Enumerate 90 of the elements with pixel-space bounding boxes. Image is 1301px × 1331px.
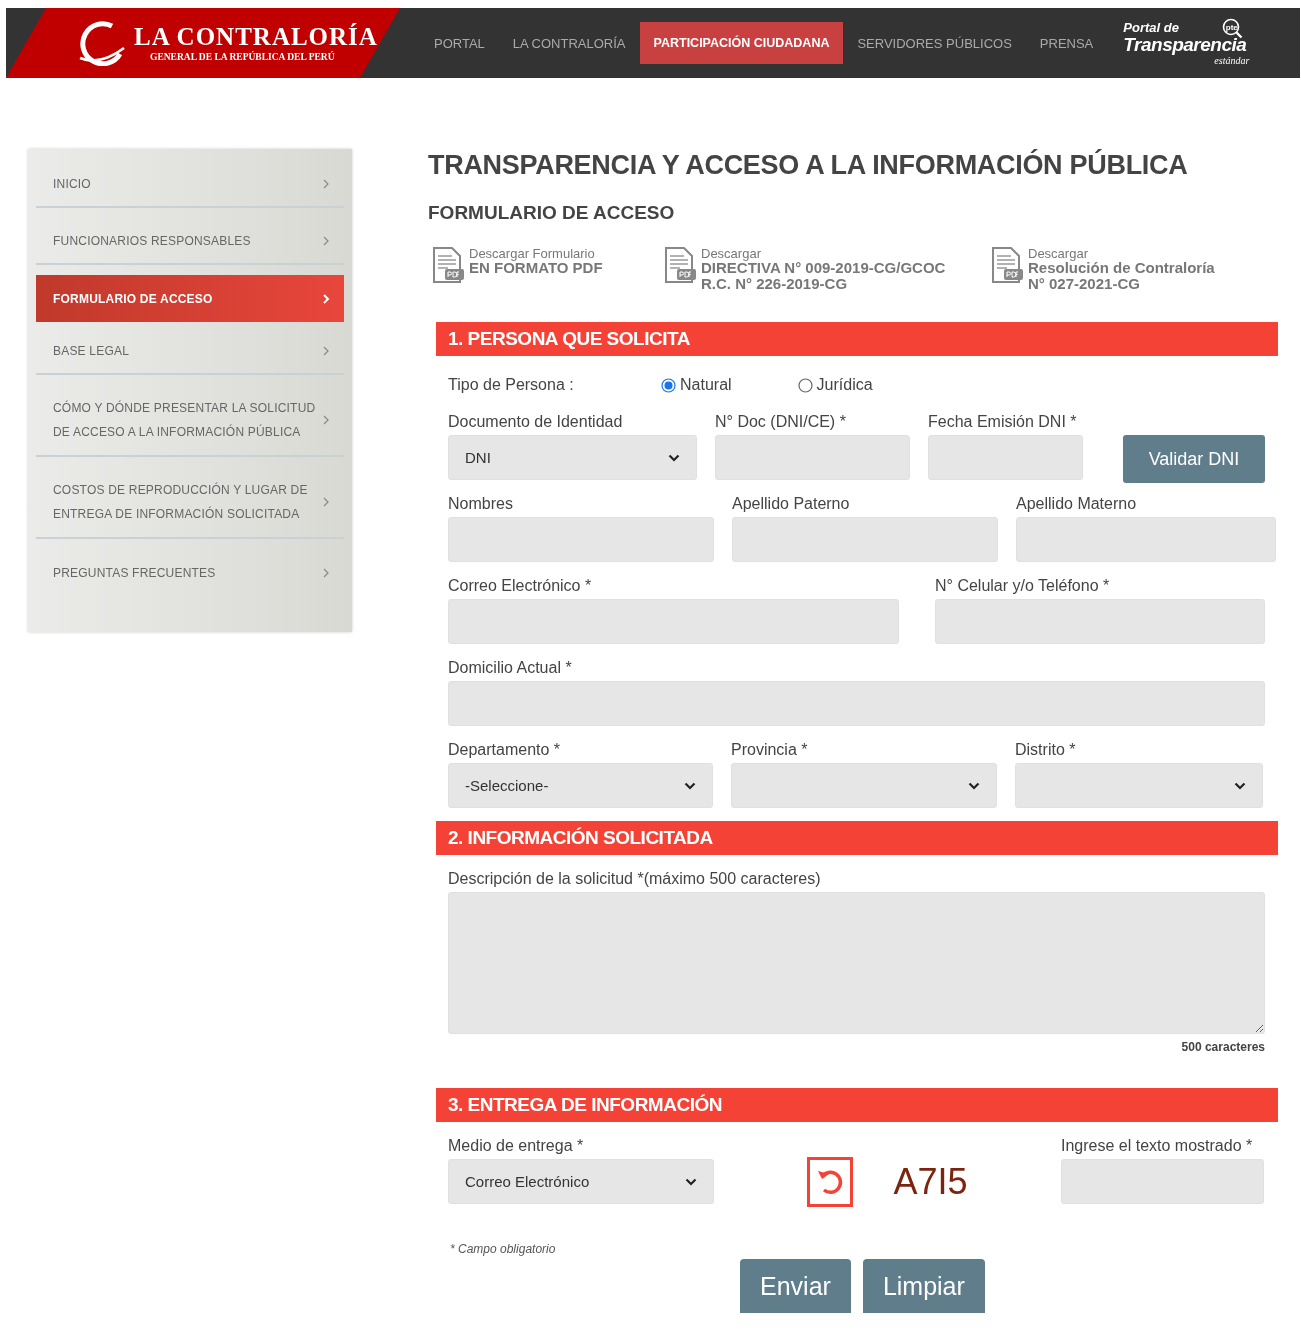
chevron-icon bbox=[322, 345, 330, 356]
badge-text: pte bbox=[1225, 22, 1238, 32]
select-field[interactable]: DNI bbox=[448, 435, 697, 480]
character-counter: 500 caracteres bbox=[1180, 1040, 1265, 1054]
page-title: TRANSPARENCIA Y ACCESO A LA INFORMACIÓN PÚBLICA bbox=[428, 149, 1189, 181]
radio-button[interactable] bbox=[797, 377, 813, 393]
logo-title: LA CONTRALORÍA bbox=[134, 23, 378, 51]
portal-label: Portal de bbox=[1123, 20, 1179, 35]
input-field[interactable] bbox=[928, 435, 1083, 480]
pdf-file-icon bbox=[432, 247, 464, 283]
nav-link[interactable]: PARTICIPACIÓN CIUDADANA bbox=[639, 22, 844, 64]
pdf-file-icon bbox=[664, 247, 696, 283]
nav-link[interactable]: PRENSA bbox=[1025, 22, 1108, 64]
nav-link[interactable]: LA CONTRALORÍA bbox=[498, 22, 640, 64]
caret-icon bbox=[968, 781, 980, 790]
standard-label: estándar bbox=[1214, 54, 1250, 66]
field-label: Fecha Emisión DNI * bbox=[928, 412, 1078, 432]
input-field[interactable] bbox=[1016, 517, 1276, 562]
magnifier-icon bbox=[1222, 17, 1245, 40]
field-label: N° Doc (DNI/CE) * bbox=[715, 412, 847, 432]
form-button[interactable]: Limpiar bbox=[862, 1259, 985, 1313]
radio-label: Jurídica bbox=[816, 376, 873, 394]
section-header: 2. INFORMACIÓN SOLICITADA bbox=[436, 821, 1278, 855]
field-label: Provincia * bbox=[731, 740, 809, 760]
input-field[interactable] bbox=[715, 435, 910, 480]
field-label: N° Celular y/o Teléfono * bbox=[935, 576, 1111, 596]
required-note: * Campo obligatorio bbox=[450, 1242, 557, 1256]
chevron-icon bbox=[322, 178, 330, 189]
form-subtitle: FORMULARIO DE ACCESO bbox=[428, 201, 676, 225]
sidebar-item[interactable]: COSTOS DE REPRODUCCIÓN Y LUGAR DE ENTREGA DE INFORMACIÓN SOLICITADA bbox=[36, 467, 344, 539]
input-field[interactable] bbox=[448, 599, 899, 644]
input-field[interactable] bbox=[448, 681, 1265, 726]
select-field[interactable]: Correo Electrónico bbox=[448, 1159, 714, 1204]
field-label: Medio de entrega * bbox=[448, 1136, 585, 1156]
sidebar-item[interactable]: CÓMO Y DÓNDE PRESENTAR LA SOLICITUD DE ACCESO A LA INFORMACIÓN PÚBLICA bbox=[36, 385, 344, 457]
chevron-icon bbox=[322, 567, 330, 578]
field-label: Departamento * bbox=[448, 740, 562, 760]
select-field[interactable] bbox=[1015, 763, 1263, 808]
section-header: 1. PERSONA QUE SOLICITA bbox=[436, 322, 1278, 356]
download-link[interactable]: R.C. N° 226-2019-CG bbox=[701, 276, 946, 292]
sidebar-item[interactable]: BASE LEGAL bbox=[36, 328, 344, 375]
field-label: Ingrese el texto mostrado * bbox=[1061, 1136, 1254, 1156]
field-label: Documento de Identidad bbox=[448, 412, 624, 432]
radio-label: Natural bbox=[680, 376, 732, 394]
pdf-file-icon bbox=[991, 247, 1023, 283]
sidebar-item[interactable]: FUNCIONARIOS RESPONSABLES bbox=[36, 218, 344, 265]
text-area[interactable] bbox=[448, 892, 1265, 1034]
field-label: Apellido Materno bbox=[1016, 494, 1138, 514]
select-field[interactable] bbox=[731, 763, 997, 808]
caret-icon bbox=[685, 1177, 697, 1186]
captcha-code: A7I5 bbox=[893, 1161, 968, 1203]
download-link[interactable]: DIRECTIVA N° 009-2019-CG/GCOC bbox=[701, 260, 946, 276]
download-caption[interactable]: Descargar bbox=[1028, 247, 1215, 260]
transparency-label[interactable]: Transparencia bbox=[1123, 34, 1254, 55]
form-button[interactable]: Enviar bbox=[740, 1259, 851, 1313]
chevron-icon bbox=[322, 415, 330, 425]
field-label: Correo Electrónico * bbox=[448, 576, 593, 596]
validate-button[interactable]: Validar DNI bbox=[1123, 435, 1265, 483]
input-field[interactable] bbox=[1061, 1159, 1264, 1204]
download-link[interactable]: Resolución de Contraloría bbox=[1028, 260, 1215, 276]
caret-icon bbox=[1234, 781, 1246, 790]
radio-button[interactable] bbox=[661, 377, 676, 393]
download-link[interactable]: EN FORMATO PDF bbox=[469, 260, 603, 276]
caret-icon bbox=[668, 453, 680, 462]
nav-link[interactable]: SERVIDORES PÚBLICOS bbox=[843, 22, 1026, 64]
field-label: Tipo de Persona : bbox=[448, 375, 575, 395]
sidebar-item[interactable]: PREGUNTAS FRECUENTES bbox=[36, 549, 344, 596]
chevron-icon bbox=[322, 293, 330, 304]
section-header: 3. ENTREGA DE INFORMACIÓN bbox=[436, 1088, 1278, 1122]
field-label: Apellido Paterno bbox=[732, 494, 851, 514]
field-label: Domicilio Actual * bbox=[448, 658, 573, 678]
caret-icon bbox=[684, 781, 696, 790]
field-label: Distrito * bbox=[1015, 740, 1077, 760]
input-field[interactable] bbox=[935, 599, 1265, 644]
sidebar-item[interactable]: INICIO bbox=[36, 161, 344, 208]
download-caption[interactable]: Descargar bbox=[701, 247, 946, 260]
chevron-icon bbox=[322, 497, 330, 507]
nav-link[interactable]: PORTAL bbox=[420, 22, 499, 64]
logo-banner[interactable]: LA CONTRALORÍA GENERAL DE LA REPÚBLICA DEL PERÚ bbox=[6, 8, 400, 78]
input-field[interactable] bbox=[732, 517, 998, 562]
download-caption[interactable]: Descargar Formulario bbox=[469, 247, 603, 260]
chevron-icon bbox=[322, 235, 330, 246]
refresh-icon[interactable] bbox=[807, 1157, 854, 1207]
select-field[interactable]: -Seleccione- bbox=[448, 763, 713, 808]
sidebar-item[interactable]: FORMULARIO DE ACCESO bbox=[36, 275, 344, 322]
download-link[interactable]: N° 027-2021-CG bbox=[1028, 276, 1215, 292]
field-label: Descripción de la solicitud *(máximo 500 caracteres) bbox=[448, 869, 822, 889]
logo-subtitle: GENERAL DE LA REPÚBLICA DEL PERÚ bbox=[150, 51, 336, 63]
field-label: Nombres bbox=[448, 494, 514, 514]
input-field[interactable] bbox=[448, 517, 714, 562]
